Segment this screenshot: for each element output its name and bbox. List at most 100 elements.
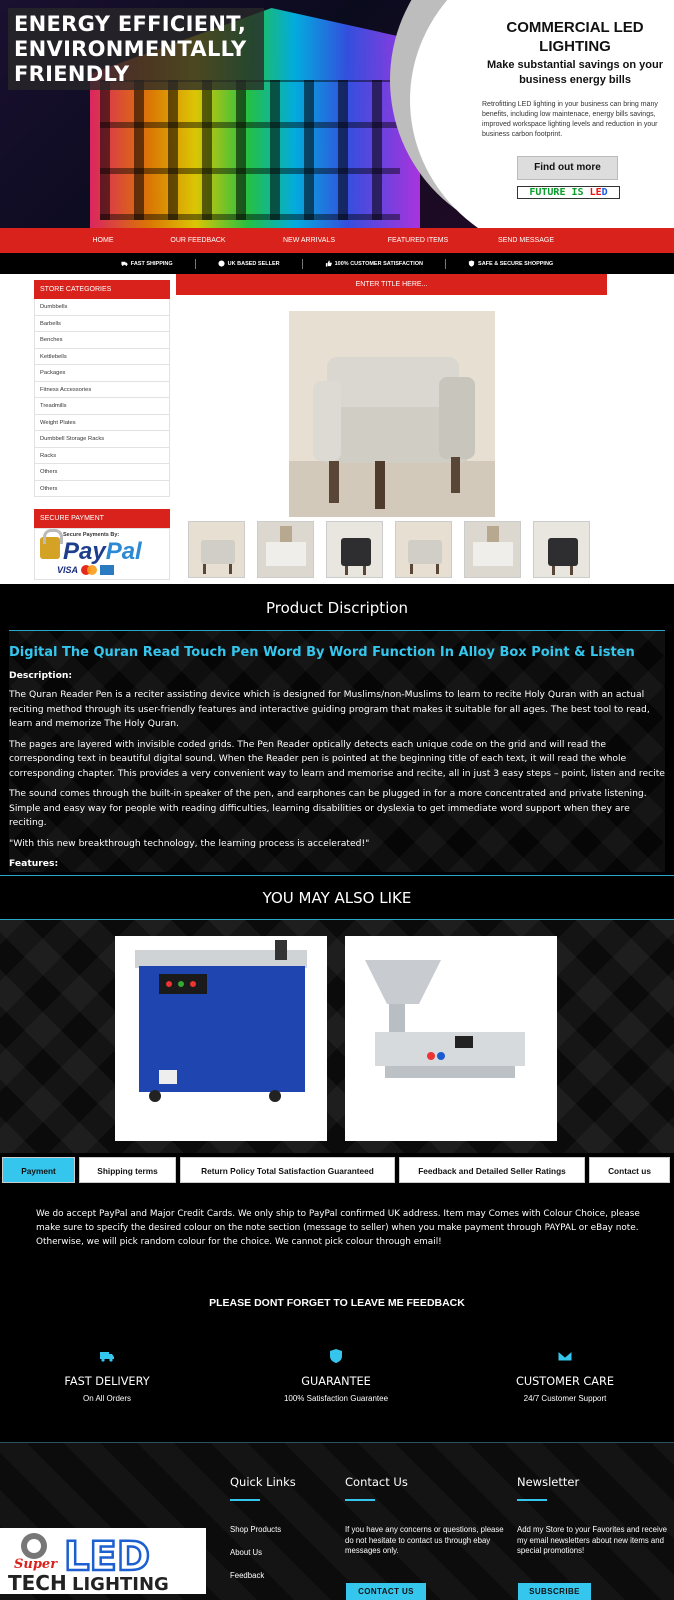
- promo-paragraph: Retrofitting LED lighting in your busine…: [482, 101, 658, 138]
- nav-new-arrivals[interactable]: NEW ARRIVALS: [253, 228, 365, 253]
- feature-fast-delivery: FAST DELIVERY On All Orders: [7, 1348, 207, 1403]
- description-paragraph: The sound comes through the built-in spe…: [9, 788, 647, 828]
- description-paragraph: The Quran Reader Pen is a reciter assist…: [9, 689, 650, 729]
- thumb-armchair-2: [396, 522, 451, 577]
- future-is-led-badge: FUTURE IS LED: [517, 186, 620, 199]
- tab-feedback-ratings[interactable]: Feedback and Detailed Seller Ratings: [399, 1157, 585, 1183]
- category-treadmills[interactable]: Treadmills: [34, 398, 170, 415]
- top-navigation: HOME OUR FEEDBACK NEW ARRIVALS FEATURED …: [0, 228, 674, 253]
- thumbnail-4[interactable]: [395, 521, 452, 578]
- related-product-2[interactable]: [345, 936, 557, 1141]
- building-windows: [100, 80, 400, 220]
- thumbnail-3[interactable]: [326, 521, 383, 578]
- sidebar: STORE CATEGORIES Dumbbells Barbells Benc…: [34, 280, 170, 580]
- thumb-dark-chair-2: [534, 522, 589, 577]
- category-benches[interactable]: Benches: [34, 332, 170, 349]
- store-categories-heading: STORE CATEGORIES: [34, 280, 170, 299]
- category-others-2[interactable]: Others: [34, 480, 170, 497]
- tagline-part-b: LE: [589, 187, 602, 198]
- thumbnail-2[interactable]: [257, 521, 314, 578]
- nav-featured-items[interactable]: FEATURED ITEMS: [365, 228, 471, 253]
- you-may-also-like-section: YOU MAY ALSO LIKE: [0, 875, 674, 1153]
- features-row: FAST DELIVERY On All Orders GUARANTEE 10…: [0, 1340, 674, 1440]
- nav-our-feedback[interactable]: OUR FEEDBACK: [143, 228, 253, 253]
- category-dumbbell-storage-racks[interactable]: Dumbbell Storage Racks: [34, 431, 170, 448]
- contact-text: If you have any concerns or questions, p…: [345, 1525, 504, 1555]
- link-shop-products[interactable]: Shop Products: [230, 1525, 296, 1534]
- globe-icon: [218, 260, 225, 267]
- super-led-tech-lighting-logo: Super LED TECH LIGHTING: [0, 1528, 206, 1594]
- thumb-room: [258, 522, 313, 577]
- thumbnail-5[interactable]: [464, 521, 521, 578]
- info-tabs: Payment Shipping terms Return Policy Tot…: [2, 1157, 672, 1183]
- feature-subtitle: 100% Satisfaction Guarantee: [283, 1394, 389, 1403]
- filling-machine-image: [345, 936, 557, 1141]
- logo-lighting: LIGHTING: [72, 1574, 169, 1594]
- main-product-image[interactable]: [289, 311, 495, 517]
- category-others[interactable]: Others: [34, 464, 170, 481]
- feature-title: GUARANTEE: [301, 1375, 371, 1388]
- thumb-dark-chair: [327, 522, 382, 577]
- heading-underline: [345, 1499, 375, 1501]
- category-packages[interactable]: Packages: [34, 365, 170, 382]
- description-header-text: Product Discription: [265, 599, 409, 617]
- subscribe-button[interactable]: SUBSCRIBE: [518, 1583, 591, 1600]
- footer-quick-links: Quick Links Shop Products About Us Feedb…: [230, 1475, 296, 1594]
- features-label: Features:: [9, 858, 59, 869]
- quick-links-heading: Quick Links: [230, 1475, 296, 1489]
- shield-icon: [330, 1349, 342, 1363]
- category-dumbbells[interactable]: Dumbbells: [34, 299, 170, 316]
- store-logo: Super LED TECH LIGHTING: [0, 1528, 206, 1594]
- paypal-badge: Secure Payments By: PayPal VISA: [34, 528, 170, 580]
- contact-heading: Contact Us: [345, 1475, 408, 1489]
- visa-logo: VISA: [57, 565, 79, 575]
- category-kettlebells[interactable]: Kettlebells: [34, 348, 170, 365]
- thumbnail-1[interactable]: [188, 521, 245, 578]
- newsletter-text: Add my Store to your Favorites and recei…: [517, 1525, 667, 1555]
- tab-payment[interactable]: Payment: [2, 1157, 75, 1183]
- benefits-strip: FAST SHIPPING UK BASED SELLER 100% CUSTO…: [0, 253, 674, 274]
- tagline-part-c: D: [601, 187, 608, 198]
- thumbs-up-icon: [325, 260, 332, 267]
- link-about-us[interactable]: About Us: [230, 1548, 296, 1557]
- card-logos: VISA: [57, 565, 115, 575]
- thumb-room-2: [465, 522, 520, 577]
- description-header: Product Discription: [9, 586, 665, 631]
- link-feedback[interactable]: Feedback: [230, 1571, 296, 1580]
- category-racks[interactable]: Racks: [34, 447, 170, 464]
- amex-icon: [100, 565, 115, 575]
- paypal-pay: Pay: [63, 538, 106, 565]
- nav-home[interactable]: HOME: [63, 228, 143, 253]
- hero-headline: ENERGY EFFICIENT, ENVIRONMENTALLY FRIEND…: [14, 12, 247, 86]
- strip-label: UK BASED SELLER: [227, 260, 280, 267]
- strip-label: FAST SHIPPING: [130, 260, 173, 267]
- envelope-icon: [557, 1350, 573, 1362]
- thumb-armchair: [189, 522, 244, 577]
- heading-underline: [230, 1499, 260, 1501]
- category-barbells[interactable]: Barbells: [34, 315, 170, 332]
- listing-title-bar: ENTER TITLE HERE...: [176, 274, 607, 295]
- footer-contact: Contact Us If you have any concerns or q…: [345, 1475, 505, 1557]
- related-product-1[interactable]: [115, 936, 327, 1141]
- nav-send-message[interactable]: SEND MESSAGE: [471, 228, 581, 253]
- description-body: Digital The Quran Read Touch Pen Word By…: [9, 645, 665, 872]
- tab-contact-us[interactable]: Contact us: [589, 1157, 670, 1183]
- tab-shipping-terms[interactable]: Shipping terms: [79, 1157, 176, 1183]
- description-paragraph: The pages are layered with invisible cod…: [9, 738, 665, 779]
- feature-title: FAST DELIVERY: [64, 1375, 150, 1388]
- category-fitness-accessories[interactable]: Fitness Accessories: [34, 381, 170, 398]
- feature-subtitle: 24/7 Customer Support: [523, 1394, 607, 1403]
- feature-guarantee: GUARANTEE 100% Satisfaction Guarantee: [236, 1348, 436, 1403]
- category-weight-plates[interactable]: Weight Plates: [34, 414, 170, 431]
- armchair-image: [289, 311, 495, 517]
- truck-icon: [100, 1352, 114, 1362]
- may-like-header: YOU MAY ALSO LIKE: [0, 876, 674, 920]
- thumbnail-6[interactable]: [533, 521, 590, 578]
- promo-title: COMMERCIAL LED LIGHTING: [506, 19, 644, 55]
- find-out-more-button[interactable]: Find out more: [517, 156, 618, 180]
- feature-title: CUSTOMER CARE: [515, 1375, 615, 1388]
- mastercard-icon: [81, 565, 98, 575]
- contact-us-button[interactable]: CONTACT US: [346, 1583, 426, 1600]
- heading-underline: [517, 1499, 547, 1501]
- tab-return-policy[interactable]: Return Policy Total Satisfaction Guarant…: [180, 1157, 395, 1183]
